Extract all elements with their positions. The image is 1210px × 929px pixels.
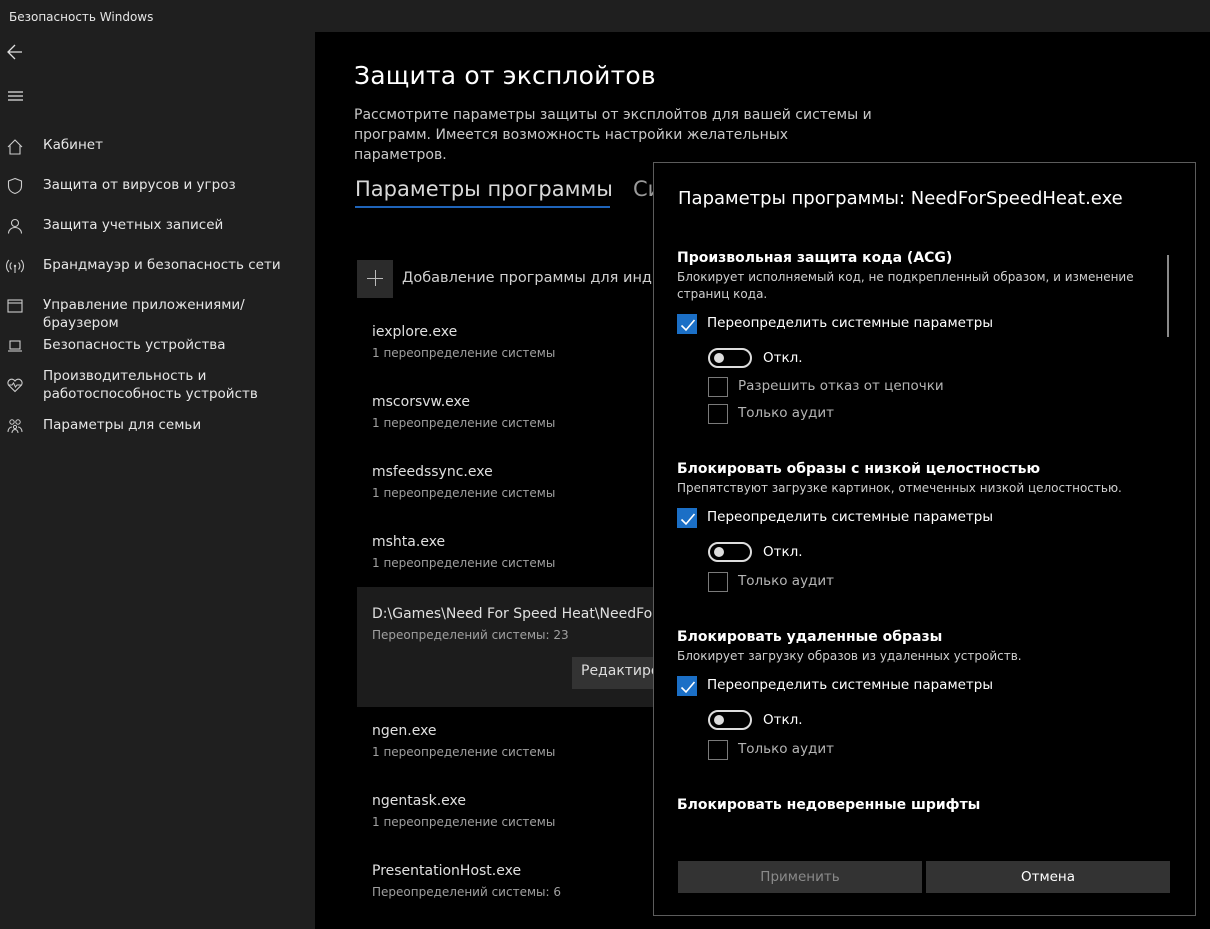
section-low-integrity: Блокировать образы с низкой целостностью… <box>677 460 1172 497</box>
dialog-scroll-area[interactable]: Произвольная защита кода (ACG) Блокирует… <box>677 245 1172 830</box>
list-item[interactable]: PresentationHost.exe Переопределений сис… <box>357 863 657 927</box>
section-title: Блокировать образы с низкой целостностью <box>677 461 1041 477</box>
section-untrusted-fonts: Блокировать недоверенные шрифты <box>677 796 1172 814</box>
checkbox-label: Только аудит <box>738 405 835 421</box>
program-name: ngen.exe <box>372 723 437 739</box>
checkbox-label: Переопределить системные параметры <box>707 315 994 331</box>
section-title: Блокировать недоверенные шрифты <box>677 797 981 813</box>
list-item[interactable]: mscorsvw.exe 1 переопределение системы <box>357 394 657 458</box>
sidebar-item-label: Параметры для семьи <box>43 417 202 433</box>
checkmark-icon <box>680 513 696 526</box>
sidebar-item-account-protection[interactable]: Защита учетных записей <box>0 216 315 256</box>
sidebar-item-label: Безопасность устройства <box>43 337 226 353</box>
section-remote-images: Блокировать удаленные образы Блокирует з… <box>677 628 1172 665</box>
checkmark-icon <box>680 319 696 332</box>
section-description: Препятствуют загрузке картинок, отмеченн… <box>677 481 1122 495</box>
section-title: Блокировать удаленные образы <box>677 629 943 645</box>
sidebar: Кабинет Защита от вирусов и угроз Защита… <box>0 32 315 929</box>
program-name: PresentationHost.exe <box>372 863 522 879</box>
program-overrides: 1 переопределение системы <box>372 346 556 360</box>
section-description: Блокирует исполняемый код, не подкреплен… <box>677 270 1134 301</box>
sidebar-item-virus-protection[interactable]: Защита от вирусов и угроз <box>0 176 315 216</box>
program-name: D:\Games\Need For Speed Heat\NeedForS <box>372 606 667 622</box>
app-title: Безопасность Windows <box>9 10 154 24</box>
program-overrides: 1 переопределение системы <box>372 416 556 430</box>
checkbox-unchecked[interactable] <box>708 740 728 760</box>
tab-program-settings[interactable]: Параметры программы <box>355 177 613 201</box>
page-title: Защита от эксплойтов <box>354 61 656 90</box>
back-arrow-icon <box>7 44 22 60</box>
sidebar-item-label: Управление приложениями/браузером <box>43 297 245 331</box>
checkbox-label: Разрешить отказ от цепочки <box>738 378 944 394</box>
back-button[interactable] <box>4 40 28 64</box>
checkbox-label: Только аудит <box>738 573 835 589</box>
checkbox-label: Переопределить системные параметры <box>707 677 994 693</box>
program-settings-dialog: Параметры программы: NeedForSpeedHeat.ex… <box>653 162 1196 916</box>
toggle-label: Откл. <box>763 350 803 366</box>
list-item[interactable]: msfeedssync.exe 1 переопределение систем… <box>357 464 657 528</box>
page-description: Рассмотрите параметры защиты от эксплойт… <box>354 107 872 163</box>
sidebar-item-label: Брандмауэр и безопасность сети <box>43 257 281 273</box>
program-overrides: 1 переопределение системы <box>372 486 556 500</box>
shield-icon <box>7 177 23 195</box>
sidebar-item-home[interactable]: Кабинет <box>0 136 315 176</box>
checkbox-checked[interactable] <box>677 676 697 696</box>
app-browser-icon <box>7 299 23 313</box>
dialog-title: Параметры программы: NeedForSpeedHeat.ex… <box>678 188 1123 209</box>
sidebar-item-firewall[interactable]: Брандмауэр и безопасность сети <box>0 256 315 296</box>
list-item[interactable]: ngentask.exe 1 переопределение системы <box>357 793 657 857</box>
cancel-button[interactable]: Отмена <box>926 861 1170 893</box>
title-bar: Безопасность Windows <box>0 0 1210 32</box>
family-icon <box>7 419 23 434</box>
sidebar-item-label: Кабинет <box>43 137 103 153</box>
section-description: Блокирует загрузку образов из удаленных … <box>677 649 1022 663</box>
program-name: msfeedssync.exe <box>372 464 493 480</box>
toggle-switch[interactable] <box>708 542 752 562</box>
sidebar-item-family-options[interactable]: Параметры для семьи <box>0 416 315 456</box>
sidebar-item-device-performance[interactable]: Производительность и работоспособность у… <box>0 367 315 411</box>
list-item[interactable]: ngen.exe 1 переопределение системы <box>357 723 657 787</box>
program-overrides: 1 переопределение системы <box>372 745 556 759</box>
checkbox-label: Только аудит <box>738 741 835 757</box>
apply-button[interactable]: Применить <box>678 861 922 893</box>
heart-icon <box>7 378 23 393</box>
program-overrides: Переопределений системы: 6 <box>372 885 561 899</box>
program-name: iexplore.exe <box>372 324 458 340</box>
laptop-icon <box>8 340 22 352</box>
sidebar-item-app-browser-control[interactable]: Управление приложениями/браузером <box>0 296 315 336</box>
person-icon <box>7 218 23 234</box>
plus-icon <box>357 260 393 298</box>
add-program-label: Добавление программы для индиви <box>402 270 680 286</box>
tab-underline <box>355 206 610 208</box>
hamburger-icon <box>8 91 23 101</box>
program-overrides: 1 переопределение системы <box>372 556 556 570</box>
toggle-label: Откл. <box>763 712 803 728</box>
section-title: Произвольная защита кода (ACG) <box>677 250 953 266</box>
checkmark-icon <box>680 681 696 694</box>
checkbox-unchecked[interactable] <box>708 404 728 424</box>
checkbox-unchecked[interactable] <box>708 377 728 397</box>
program-name: mscorsvw.exe <box>372 394 470 410</box>
wifi-icon <box>6 259 24 273</box>
scrollbar-thumb[interactable] <box>1167 255 1169 337</box>
program-overrides: 1 переопределение системы <box>372 815 556 829</box>
program-name: ngentask.exe <box>372 793 467 809</box>
checkbox-label: Переопределить системные параметры <box>707 509 994 525</box>
checkbox-unchecked[interactable] <box>708 572 728 592</box>
list-item[interactable]: iexplore.exe 1 переопределение системы <box>357 324 657 388</box>
sidebar-item-label: Производительность и работоспособность у… <box>43 368 258 402</box>
toggle-label: Откл. <box>763 544 803 560</box>
home-icon <box>7 139 23 155</box>
program-overrides: Переопределений системы: 23 <box>372 628 569 642</box>
menu-button[interactable] <box>4 84 28 108</box>
checkbox-checked[interactable] <box>677 314 697 334</box>
toggle-switch[interactable] <box>708 348 752 368</box>
list-item-selected[interactable]: D:\Games\Need For Speed Heat\NeedForS Пе… <box>357 587 672 707</box>
toggle-switch[interactable] <box>708 710 752 730</box>
checkbox-checked[interactable] <box>677 508 697 528</box>
sidebar-item-label: Защита от вирусов и угроз <box>43 177 236 193</box>
section-acg: Произвольная защита кода (ACG) Блокирует… <box>677 249 1172 303</box>
program-name: mshta.exe <box>372 534 446 550</box>
sidebar-item-label: Защита учетных записей <box>43 217 224 233</box>
